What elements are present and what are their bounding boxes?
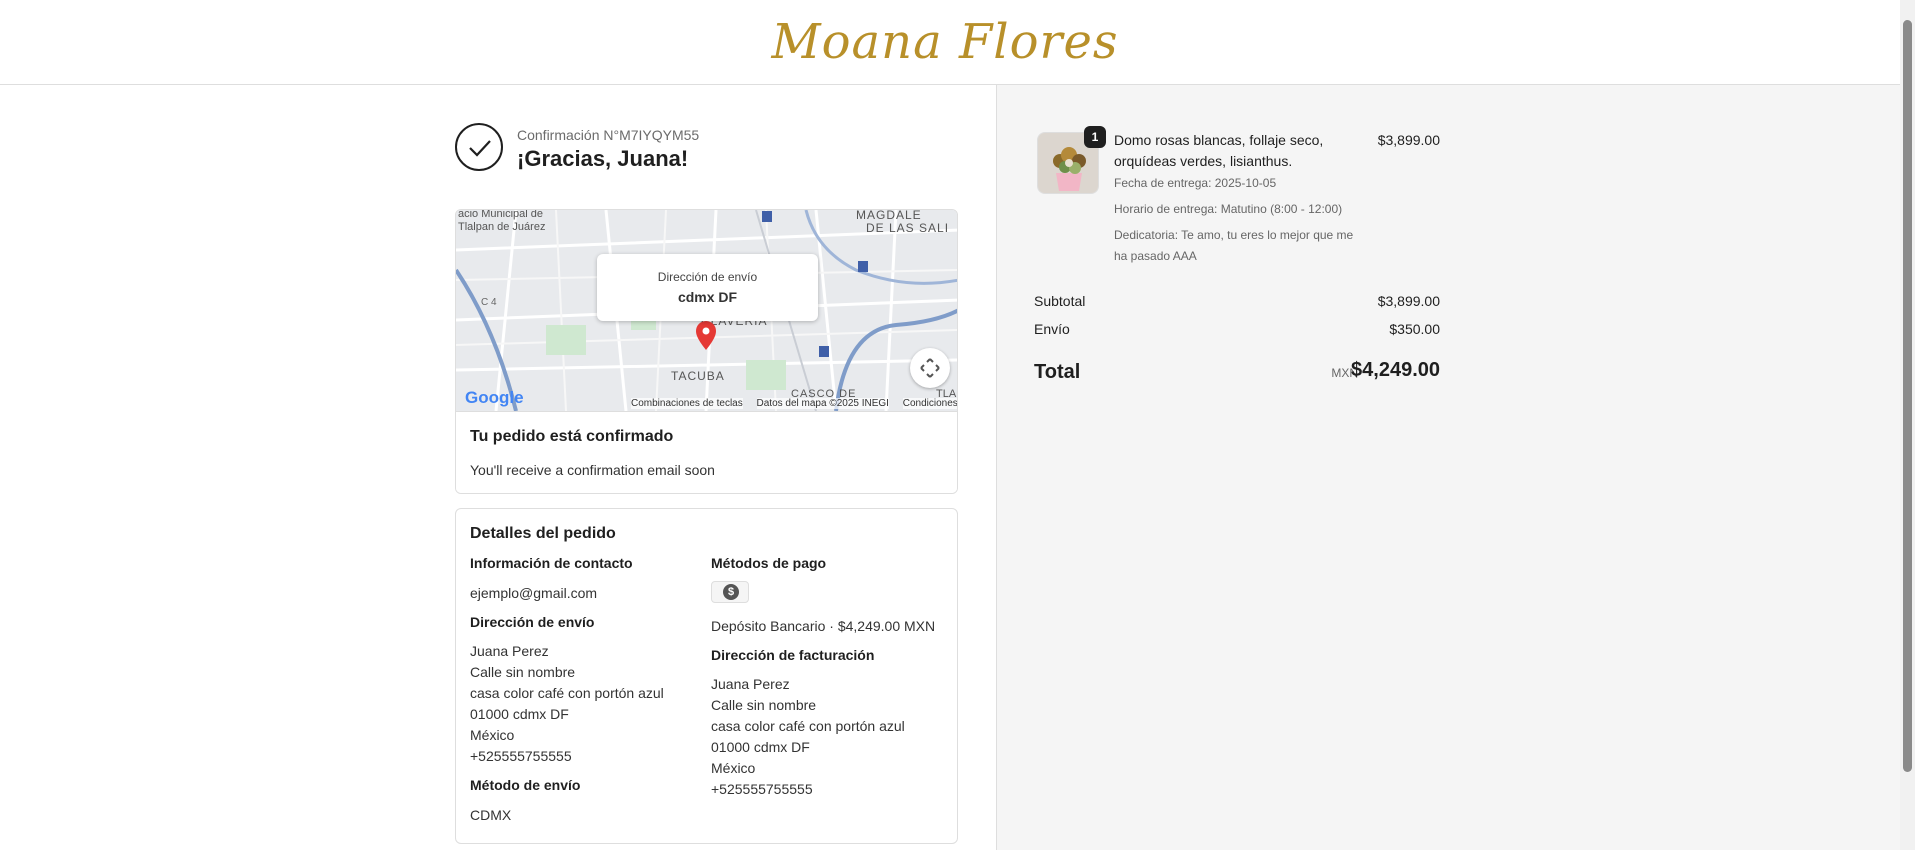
total-row: Total MXN $4,249.00 bbox=[1034, 359, 1440, 387]
payment-method-value: Depósito Bancario · $4,249.00 MXN bbox=[711, 618, 936, 634]
billing-address: Juana Perez Calle sin nombre casa color … bbox=[711, 674, 941, 800]
shipping-address-line: Juana Perez bbox=[470, 643, 549, 659]
map-data-attribution: Datos del mapa ©2025 INEGI bbox=[756, 398, 889, 409]
total-value: $4,249.00 bbox=[1351, 359, 1440, 381]
thank-you-heading: ¡Gracias, Juana! bbox=[517, 146, 689, 171]
contact-email: ejemplo@gmail.com bbox=[470, 585, 598, 601]
dedication: Dedicatoria: Te amo, tu eres lo mejor qu… bbox=[1114, 228, 1354, 263]
shipping-method-value: CDMX bbox=[470, 807, 512, 823]
billing-address-line: 01000 cdmx DF bbox=[711, 739, 810, 755]
check-icon bbox=[455, 123, 503, 171]
map-label: C 4 bbox=[481, 297, 497, 308]
payment-methods-label: Métodos de pago bbox=[711, 555, 827, 571]
confirmation-status: Tu pedido está confirmado You'll receive… bbox=[456, 411, 957, 493]
scrollbar-thumb[interactable] bbox=[1903, 20, 1912, 772]
shipping-address-line: Calle sin nombre bbox=[470, 664, 576, 680]
product-price: $3,899.00 bbox=[1377, 132, 1440, 148]
total-label: Total bbox=[1034, 361, 1081, 383]
map-label: DE LAS SALI bbox=[866, 221, 949, 235]
product-name: Domo rosas blancas, follaje seco, orquíd… bbox=[1114, 132, 1324, 169]
shipping-address-line: 01000 cdmx DF bbox=[470, 706, 569, 722]
billing-address-line: casa color café con portón azul bbox=[711, 718, 905, 734]
shipping-address-line: México bbox=[470, 727, 515, 743]
map-label: TACUBA bbox=[671, 369, 725, 383]
fullscreen-button[interactable] bbox=[910, 348, 950, 388]
billing-address-line: +525555755555 bbox=[711, 781, 813, 797]
brand-logo[interactable]: Moana Flores bbox=[0, 14, 1890, 70]
subtotal-label: Subtotal bbox=[1034, 293, 1086, 309]
confirmation-number: Confirmación N°M7IYQYM55 bbox=[517, 127, 700, 143]
map-terms-link[interactable]: Condiciones bbox=[902, 398, 957, 409]
shipping-method-label: Método de envío bbox=[470, 777, 581, 793]
map-label: acio Municipal de bbox=[458, 210, 543, 220]
contact-info-label: Información de contacto bbox=[470, 555, 633, 571]
map-card: acio Municipal de Tlalpan de Juárez MAGD… bbox=[455, 209, 958, 494]
status-subtitle: You'll receive a confirmation email soon bbox=[470, 462, 715, 478]
map-label: Tlalpan de Juárez bbox=[458, 221, 545, 233]
order-details-card: Detalles del pedido Información de conta… bbox=[455, 508, 958, 844]
billing-address-label: Dirección de facturación bbox=[711, 647, 875, 663]
shipping-address: Juana Perez Calle sin nombre casa color … bbox=[470, 641, 700, 767]
subtotal-value: $3,899.00 bbox=[1377, 293, 1440, 309]
shipping-address-line: casa color café con portón azul bbox=[470, 685, 664, 701]
details-right-column: Métodos de pago $ Depósito Bancario · $4… bbox=[711, 555, 941, 800]
billing-address-line: México bbox=[711, 760, 756, 776]
popup-title: Dirección de envío bbox=[657, 270, 758, 284]
shipping-map[interactable]: acio Municipal de Tlalpan de Juárez MAGD… bbox=[456, 210, 957, 411]
details-left-column: Información de contacto ejemplo@gmail.co… bbox=[470, 555, 700, 826]
billing-address-line: Juana Perez bbox=[711, 676, 790, 692]
billing-address-line: Calle sin nombre bbox=[711, 697, 817, 713]
map-address-popup: Dirección de envío cdmx DF bbox=[597, 254, 818, 321]
map-keyboard-shortcuts-link[interactable]: Combinaciones de teclas bbox=[631, 398, 743, 409]
delivery-date: Fecha de entrega: 2025-10-05 bbox=[1114, 176, 1277, 190]
header: Moana Flores bbox=[0, 0, 1900, 85]
subtotal-row: Subtotal $3,899.00 bbox=[1034, 293, 1440, 309]
google-logo[interactable]: Google bbox=[465, 388, 524, 408]
payment-method-icon: $ bbox=[711, 581, 749, 603]
status-title: Tu pedido está confirmado bbox=[470, 428, 674, 445]
map-footer: Combinaciones de teclas Datos del mapa ©… bbox=[631, 398, 957, 409]
delivery-time: Horario de entrega: Matutino (8:00 - 12:… bbox=[1114, 202, 1343, 216]
shipping-address-line: +525555755555 bbox=[470, 748, 572, 764]
scrollbar[interactable] bbox=[1900, 0, 1915, 850]
quantity-badge: 1 bbox=[1084, 126, 1106, 148]
shipping-cost-label: Envío bbox=[1034, 321, 1070, 337]
shipping-cost-value: $350.00 bbox=[1389, 321, 1440, 337]
shipping-address-label: Dirección de envío bbox=[470, 614, 595, 630]
fullscreen-icon bbox=[920, 358, 940, 378]
popup-address: cdmx DF bbox=[677, 289, 738, 305]
shipping-row: Envío $350.00 bbox=[1034, 321, 1440, 337]
order-details-title: Detalles del pedido bbox=[470, 525, 616, 542]
